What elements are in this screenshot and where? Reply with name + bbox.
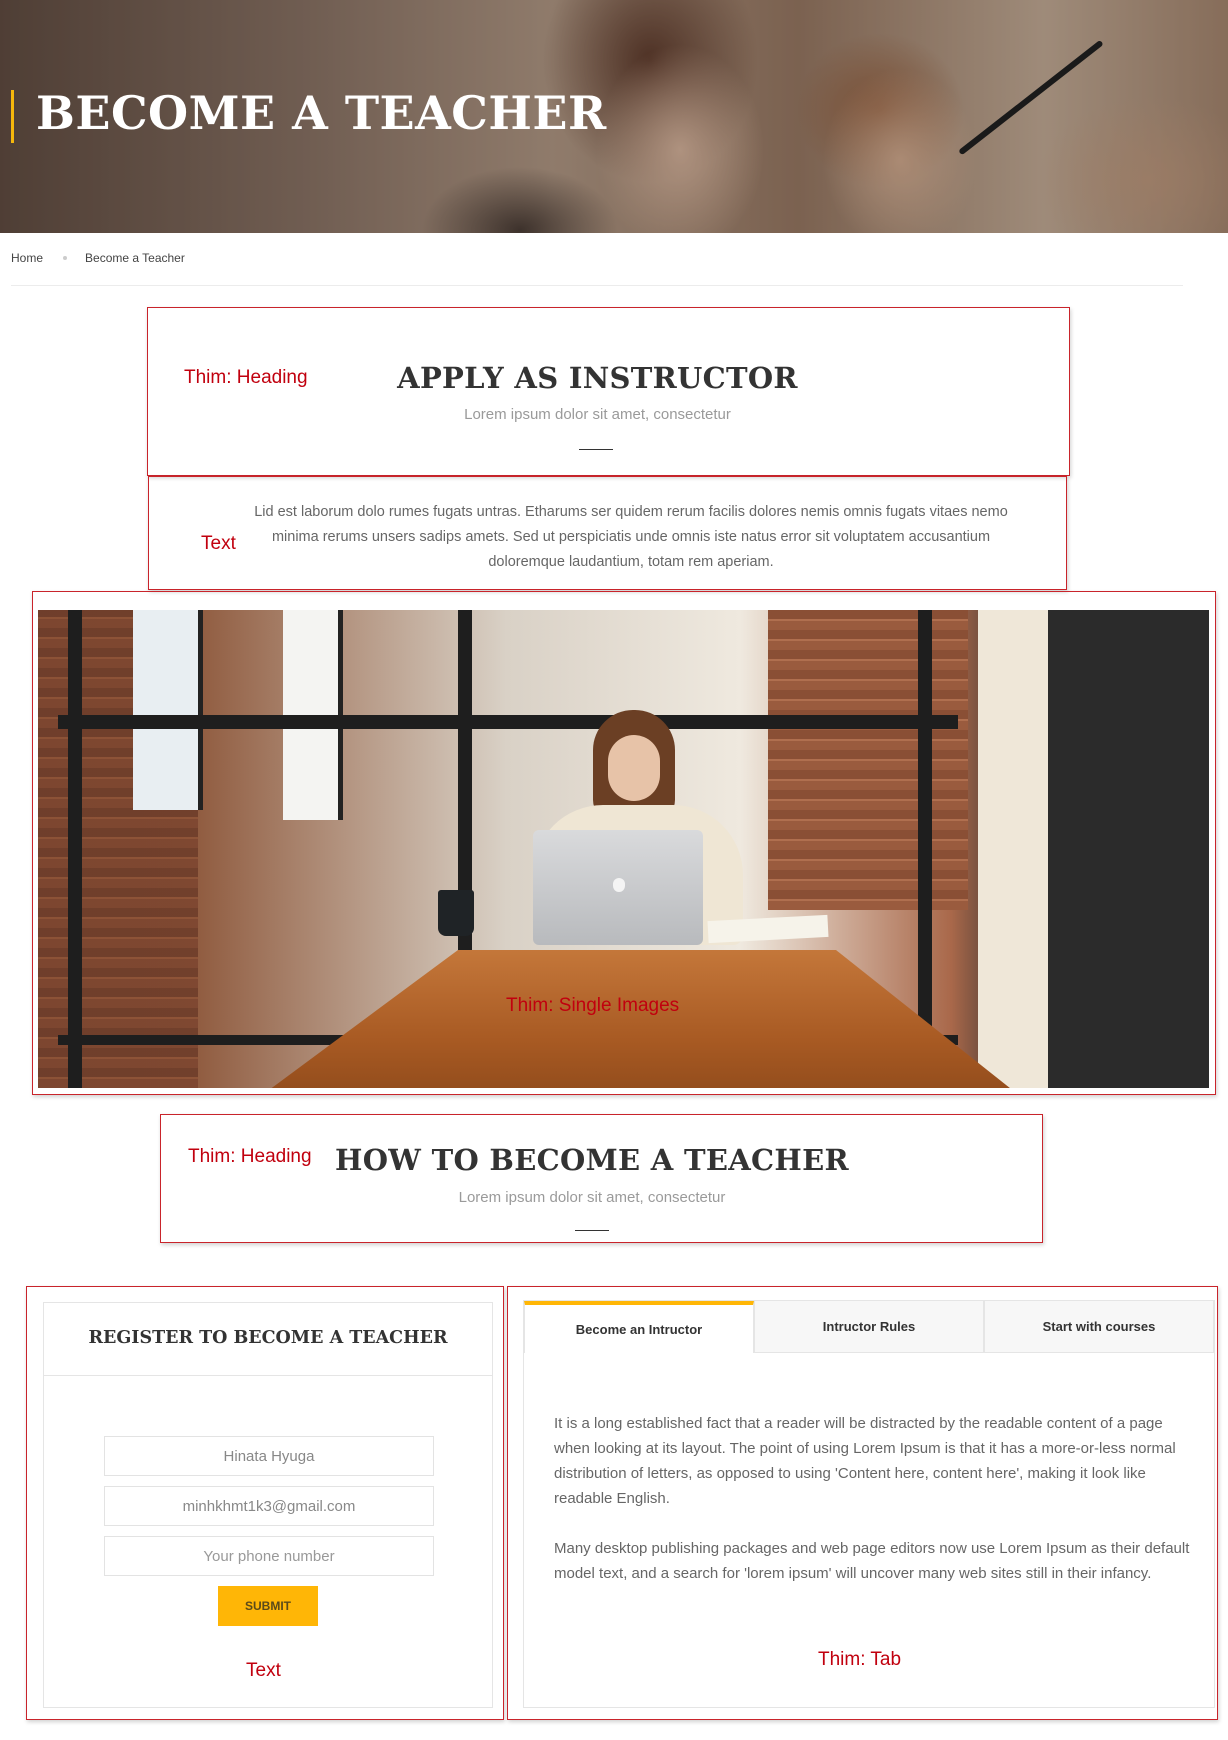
how-section-subtitle: Lorem ipsum dolor sit amet, consectetur xyxy=(458,1189,726,1206)
hero-banner: BECOME A TEACHER xyxy=(0,0,1228,233)
breadcrumb-home-link[interactable]: Home xyxy=(11,251,43,265)
breadcrumb-separator-icon xyxy=(63,256,68,260)
register-form: REGISTER TO BECOME A TEACHER SUBMIT xyxy=(43,1302,493,1708)
breadcrumb: Home Become a Teacher xyxy=(11,251,185,265)
how-section-title: HOW TO BECOME A TEACHER xyxy=(335,1143,849,1177)
annotation-label-text-1: Text xyxy=(201,533,236,554)
annotation-label-tab: Thim: Tab xyxy=(818,1649,902,1670)
tab-content-paragraph-1: It is a long established fact that a rea… xyxy=(554,1415,1176,1507)
apply-section-subtitle: Lorem ipsum dolor sit amet, consectetur xyxy=(464,406,731,423)
email-field[interactable] xyxy=(104,1486,434,1526)
name-field[interactable] xyxy=(104,1436,434,1476)
apply-section-body: Lid est laborum dolo rumes fugats untras… xyxy=(254,504,1008,570)
tab-start-with-courses[interactable]: Start with courses xyxy=(984,1301,1214,1353)
how-section-underline xyxy=(575,1230,609,1231)
tab-panel: Become an Intructor Intructor Rules Star… xyxy=(523,1300,1215,1708)
annotation-label-single-images: Thim: Single Images xyxy=(506,995,680,1016)
tab-list: Become an Intructor Intructor Rules Star… xyxy=(524,1301,1214,1353)
annotation-box-heading-2 xyxy=(160,1114,1043,1243)
apply-section-underline xyxy=(579,449,613,450)
register-form-header: REGISTER TO BECOME A TEACHER xyxy=(44,1303,492,1376)
hero-accent-bar xyxy=(11,90,14,143)
phone-field[interactable] xyxy=(104,1536,434,1576)
tab-intructor-rules[interactable]: Intructor Rules xyxy=(754,1301,984,1353)
tab-become-an-intructor[interactable]: Become an Intructor xyxy=(524,1301,754,1353)
breadcrumb-divider xyxy=(11,285,1183,286)
register-form-title: REGISTER TO BECOME A TEACHER xyxy=(88,1328,448,1348)
apply-section-title: APPLY AS INSTRUCTOR xyxy=(397,361,798,395)
annotation-label-text-2: Text xyxy=(246,1660,281,1681)
tab-content-paragraph-2: Many desktop publishing packages and web… xyxy=(554,1540,1190,1582)
breadcrumb-current: Become a Teacher xyxy=(85,251,185,265)
page-title: BECOME A TEACHER xyxy=(36,86,607,140)
apple-logo-icon xyxy=(613,878,625,892)
submit-button[interactable]: SUBMIT xyxy=(218,1586,318,1626)
